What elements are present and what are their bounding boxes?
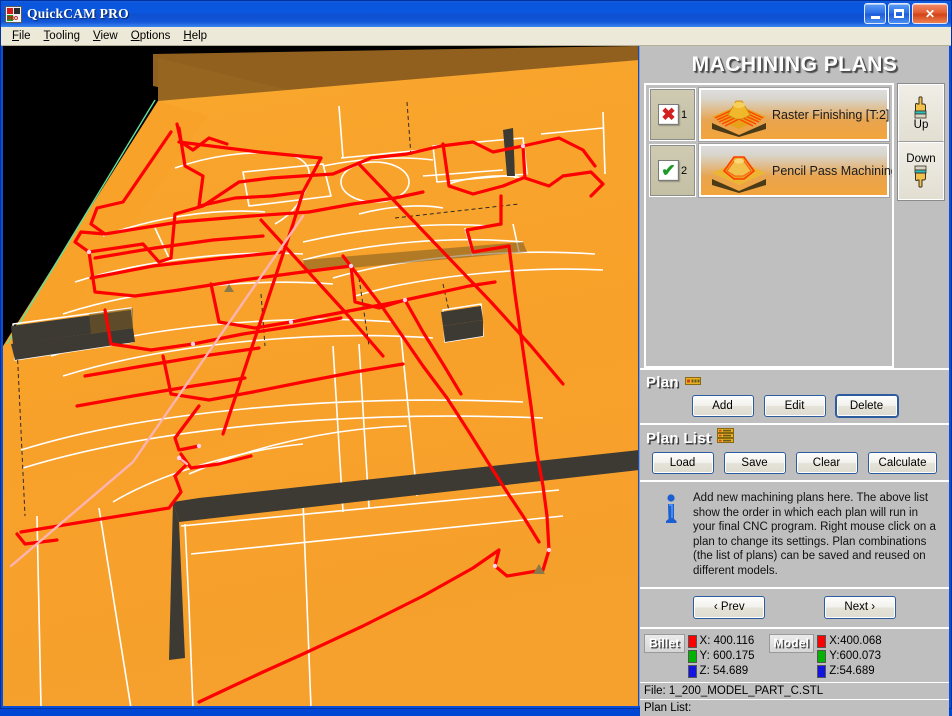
plan-list-icon	[717, 428, 735, 448]
z-axis-color-bar	[687, 664, 697, 678]
axis-color-bars	[817, 634, 827, 678]
plan-section-header: Plan	[644, 372, 945, 393]
calculate-button[interactable]: Calculate	[867, 452, 938, 474]
x-axis-color-bar	[817, 634, 827, 648]
3d-model-viewport[interactable]	[3, 46, 639, 706]
billet-dimensions: Billet X: 400.116 Y: 600.175 Z: 54.689	[644, 633, 755, 678]
model-values: X:400.068 Y:600.073 Z:54.689	[829, 634, 881, 678]
axis-color-bars	[687, 634, 697, 678]
window-body: MACHINING PLANS ✖ 1 Raster Finishing [T:…	[1, 46, 951, 716]
model-x-value: X:400.068	[829, 634, 882, 647]
plan-list-section-title: Plan List	[646, 429, 712, 447]
menu-item-tooling[interactable]: Tooling	[38, 28, 87, 44]
wizard-navigation: ‹ Prev Next ›	[640, 586, 949, 627]
y-axis-color-bar	[687, 649, 697, 663]
add-button[interactable]: Add	[691, 395, 754, 417]
plan-item-raster-finishing[interactable]: Raster Finishing [T:2]	[699, 88, 889, 141]
plan-label: Pencil Pass Machining [T:3]	[772, 163, 894, 178]
plan-list-section: Plan List Load Save Clear Calculate	[640, 423, 949, 480]
billet-label: Billet	[644, 633, 685, 653]
billet-values: X: 400.116 Y: 600.175 Z: 54.689	[700, 634, 755, 678]
menu-item-file[interactable]: FFileile	[6, 28, 38, 44]
plans-area: ✖ 1 Raster Finishing [T:2] ✔ 2 Pencil Pa…	[640, 83, 949, 368]
clear-button[interactable]: Clear	[795, 452, 858, 474]
delete-button[interactable]: Delete	[835, 395, 898, 417]
plan-item-pencil-pass[interactable]: Pencil Pass Machining [T:3]	[699, 144, 892, 197]
next-button[interactable]: Next ›	[823, 595, 896, 619]
z-axis-color-bar	[817, 664, 827, 678]
pencil-pass-icon	[706, 149, 772, 193]
dimensions-readout: Billet X: 400.116 Y: 600.175 Z: 54.689 M…	[640, 626, 949, 682]
load-button[interactable]: Load	[651, 452, 714, 474]
window-controls: ✕	[864, 3, 948, 24]
menu-item-help[interactable]: Help	[177, 28, 214, 44]
billet-x-value: X: 400.116	[699, 634, 755, 647]
status-plan-list-line: Plan List:	[640, 698, 949, 716]
edit-button[interactable]: Edit	[763, 395, 826, 417]
menu-bar: FFileile Tooling View Options Help	[1, 27, 951, 46]
move-up-label: Up	[913, 119, 929, 131]
model-render	[3, 46, 638, 706]
single-plan-icon	[684, 373, 701, 391]
window-title: QuickCAM PRO	[27, 6, 129, 21]
panel-title: MACHINING PLANS	[691, 53, 898, 76]
plan-section: Plan Add Edit Delete	[640, 368, 949, 423]
move-down-button[interactable]: Down	[898, 142, 944, 200]
minimize-icon[interactable]	[864, 3, 886, 24]
plan-list-box[interactable]: ✖ 1 Raster Finishing [T:2] ✔ 2 Pencil Pa…	[644, 83, 894, 368]
reorder-buttons: Up Down	[897, 83, 945, 201]
prev-button[interactable]: ‹ Prev	[693, 595, 766, 619]
x-axis-color-bar	[687, 634, 697, 648]
model-dimensions: Model X:400.068 Y:600.073 Z:54.689	[768, 633, 882, 678]
model-label: Model	[768, 633, 815, 653]
plan-number: 2	[680, 164, 688, 177]
plan-buttons: Add Edit Delete	[644, 393, 945, 417]
title-bar: PRO QuickCAM PRO ✕	[1, 1, 951, 27]
maximize-icon[interactable]	[888, 3, 910, 24]
quickcam-logo-icon: PRO	[5, 5, 22, 23]
status-file-line: File: 1_200_MODEL_PART_C.STL	[640, 681, 949, 699]
close-icon[interactable]: ✕	[912, 3, 948, 24]
machining-plans-panel: MACHINING PLANS ✖ 1 Raster Finishing [T:…	[639, 46, 949, 716]
billet-z-value: Z: 54.689	[699, 664, 749, 677]
plan-enable-checkbox[interactable]: ✔ 2	[649, 144, 696, 197]
application-window: PRO QuickCAM PRO ✕ FFileile Tooling View…	[0, 0, 952, 716]
menu-item-options[interactable]: Options	[125, 28, 178, 44]
raster-finishing-icon	[706, 93, 772, 137]
hand-point-up-icon	[911, 95, 931, 119]
plan-enable-checkbox[interactable]: ✖ 1	[649, 88, 696, 141]
info-text: Add new machining plans here. The above …	[693, 492, 936, 577]
plan-number: 1	[680, 108, 688, 121]
info-icon	[658, 491, 684, 579]
model-z-value: Z:54.689	[829, 664, 875, 677]
plan-section-title: Plan	[646, 373, 679, 391]
menu-item-view[interactable]: View	[87, 28, 125, 44]
green-check-icon: ✔	[657, 160, 679, 181]
model-y-value: Y:600.073	[829, 649, 882, 662]
plan-row[interactable]: ✔ 2 Pencil Pass Machining	[649, 144, 892, 197]
move-down-label: Down	[906, 153, 936, 165]
plan-list-section-header: Plan List	[644, 427, 945, 450]
move-up-button[interactable]: Up	[898, 84, 944, 142]
hand-point-down-icon	[911, 165, 931, 189]
billet-y-value: Y: 600.175	[699, 649, 755, 662]
info-block: Add new machining plans here. The above …	[640, 480, 949, 587]
y-axis-color-bar	[817, 649, 827, 663]
plan-list-buttons: Load Save Clear Calculate	[644, 450, 945, 474]
plan-label: Raster Finishing [T:2]	[772, 107, 890, 122]
plan-row[interactable]: ✖ 1 Raster Finishing [T:2]	[649, 88, 889, 141]
red-x-icon: ✖	[657, 104, 679, 125]
save-button[interactable]: Save	[723, 452, 786, 474]
